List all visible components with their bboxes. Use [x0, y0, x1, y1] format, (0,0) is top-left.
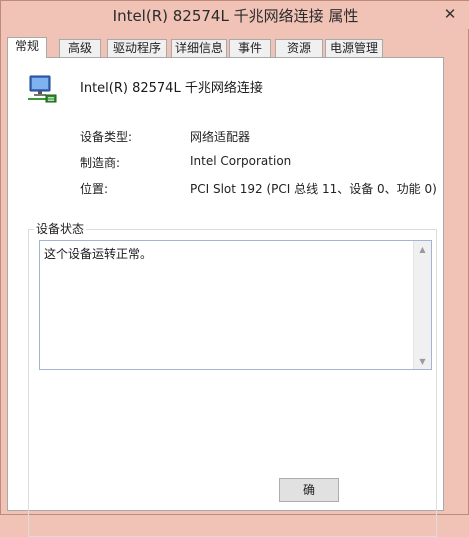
tab-advanced[interactable]: 高级	[59, 39, 101, 57]
window-title: Intel(R) 82574L 千兆网络连接 属性	[112, 7, 359, 25]
tab-driver[interactable]: 驱动程序	[107, 39, 167, 57]
title-bar: Intel(R) 82574L 千兆网络连接 属性 ✕	[1, 1, 469, 29]
tab-events[interactable]: 事件	[229, 39, 271, 57]
tab-resources[interactable]: 资源	[275, 39, 323, 57]
scroll-up-icon[interactable]: ▲	[414, 241, 431, 257]
device-name: Intel(R) 82574L 千兆网络连接	[80, 81, 263, 96]
tab-power-management[interactable]: 电源管理	[325, 39, 383, 57]
location-value: PCI Slot 192 (PCI 总线 11、设备 0、功能 0)	[190, 182, 437, 196]
device-status-title: 设备状态	[34, 220, 87, 237]
manufacturer-value: Intel Corporation	[190, 154, 292, 168]
close-icon: ✕	[443, 5, 457, 23]
status-scrollbar[interactable]: ▲ ▼	[413, 241, 431, 369]
scroll-down-icon[interactable]: ▼	[414, 353, 431, 369]
ok-button[interactable]: 确	[279, 478, 339, 502]
device-status-textbox[interactable]: 这个设备运转正常。 ▲ ▼	[39, 240, 432, 370]
tab-details[interactable]: 详细信息	[171, 39, 227, 57]
network-adapter-icon	[28, 75, 57, 103]
manufacturer-label: 制造商:	[80, 156, 121, 170]
device-status-text: 这个设备运转正常。	[44, 247, 153, 261]
device-type-label: 设备类型:	[80, 130, 133, 144]
close-button[interactable]: ✕	[438, 4, 462, 24]
tab-general[interactable]: 常规	[7, 37, 47, 58]
properties-dialog: Intel(R) 82574L 千兆网络连接 属性 ✕ 常规 高级 驱动程序 详…	[0, 0, 469, 537]
tab-strip: 常规 高级 驱动程序 详细信息 事件 资源 电源管理	[7, 37, 467, 58]
tab-panel-general: Intel(R) 82574L 千兆网络连接 设备类型: 网络适配器 制造商: …	[7, 57, 444, 537]
location-label: 位置:	[80, 182, 109, 196]
device-type-value: 网络适配器	[190, 130, 251, 144]
